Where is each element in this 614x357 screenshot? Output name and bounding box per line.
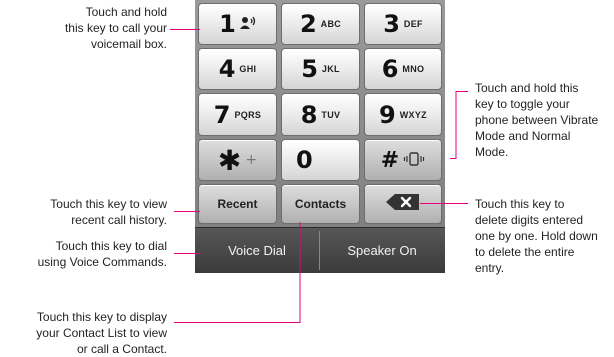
- leader-vibrate: [450, 91, 468, 159]
- leader-line-group: [170, 29, 468, 323]
- callout-leader-lines: [170, 29, 468, 323]
- leader-contacts: [174, 222, 301, 323]
